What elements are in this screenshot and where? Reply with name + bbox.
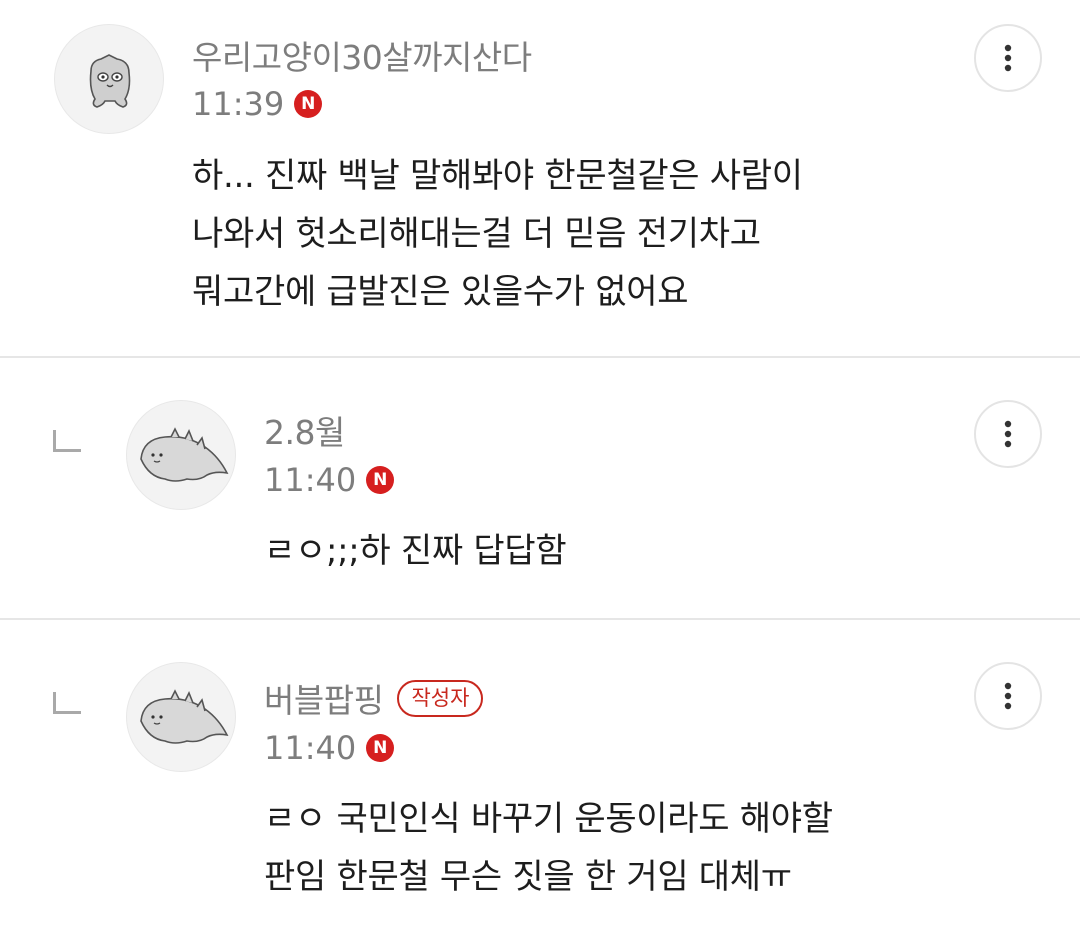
- reply-arrow-icon: [53, 430, 81, 452]
- author-badge: 작성자: [397, 679, 484, 717]
- more-options-button[interactable]: [974, 400, 1042, 468]
- author-row: 2.8월: [264, 408, 345, 452]
- reply-arrow-icon: [53, 692, 81, 714]
- timestamp-row: 11:40 N: [264, 460, 395, 500]
- timestamp: 11:40: [264, 729, 357, 767]
- more-vertical-icon: [1004, 420, 1012, 448]
- dinosaur-avatar-icon[interactable]: [126, 400, 236, 510]
- timestamp-row: 11:40 N: [264, 728, 395, 768]
- comment-text: ㄹㅇ;;;하 진짜 답답함: [264, 531, 567, 571]
- comment-item: 우리고양이30살까지산다 11:39 N 하... 진짜 백날 말해봐야 한문철…: [0, 0, 1080, 358]
- more-options-button[interactable]: [974, 662, 1042, 730]
- timestamp: 11:40: [264, 461, 357, 499]
- more-options-button[interactable]: [974, 24, 1042, 92]
- reply-comment-item: 2.8월 11:40 N ㄹㅇ;;;하 진짜 답답함: [0, 358, 1080, 620]
- more-vertical-icon: [1004, 44, 1012, 72]
- comment-text: ㄹㅇ 국민인식 바꾸기 운동이라도 해야할 판임 한문철 무슨 짓을 한 거임 …: [264, 799, 833, 897]
- comment-text: 하... 진짜 백날 말해봐야 한문철같은 사람이 나와서 헛소리해대는걸 더 …: [192, 156, 803, 312]
- author-row: 우리고양이30살까지산다: [192, 33, 532, 77]
- author-name[interactable]: 버블팝핑: [264, 674, 384, 722]
- cat-face-avatar-icon[interactable]: [54, 24, 164, 134]
- dinosaur-avatar-icon[interactable]: [126, 662, 236, 772]
- new-badge-icon: N: [294, 90, 323, 118]
- author-row: 버블팝핑 작성자: [264, 674, 484, 722]
- new-badge-icon: N: [366, 734, 395, 762]
- more-vertical-icon: [1004, 682, 1012, 710]
- author-name[interactable]: 우리고양이30살까지산다: [192, 31, 532, 79]
- timestamp: 11:39: [192, 85, 285, 123]
- new-badge-icon: N: [366, 466, 395, 494]
- timestamp-row: 11:39 N: [192, 84, 323, 124]
- author-name[interactable]: 2.8월: [264, 406, 345, 454]
- reply-comment-item: 버블팝핑 작성자 11:40 N ㄹㅇ 국민인식 바꾸기 운동이라도 해야할 판…: [0, 620, 1080, 932]
